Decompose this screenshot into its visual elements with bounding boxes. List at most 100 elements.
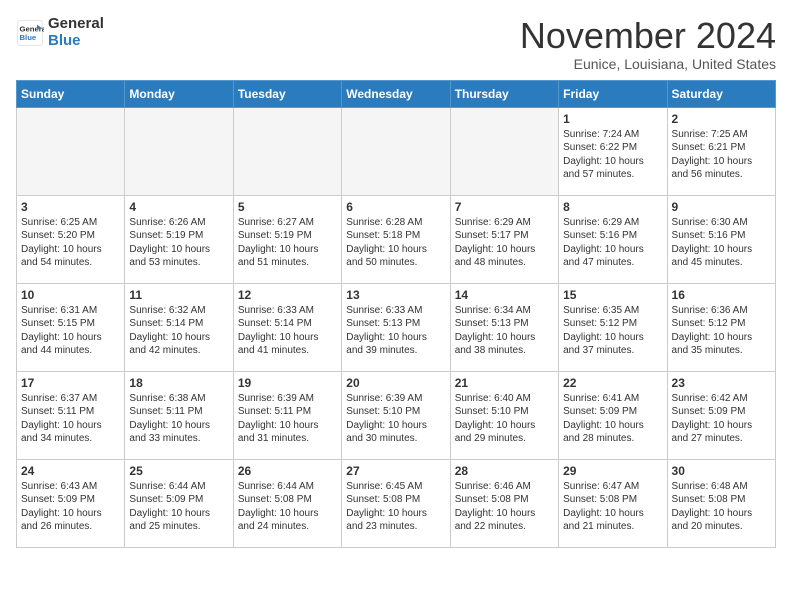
svg-text:Blue: Blue	[20, 33, 37, 42]
day-number: 1	[563, 112, 662, 126]
weekday-header-friday: Friday	[559, 80, 667, 107]
calendar-day-20: 20Sunrise: 6:39 AM Sunset: 5:10 PM Dayli…	[342, 371, 450, 459]
day-info: Sunrise: 6:28 AM Sunset: 5:18 PM Dayligh…	[346, 216, 445, 270]
calendar-day-3: 3Sunrise: 6:25 AM Sunset: 5:20 PM Daylig…	[17, 195, 125, 283]
calendar-day-28: 28 Sunrise: 6:46 AM Sunset: 5:08 PM Dayli…	[450, 459, 558, 547]
calendar-day-6: 6 Sunrise: 6:28 AM Sunset: 5:18 PM Daylig…	[342, 195, 450, 283]
calendar-day-12: 12 Sunrise: 6:33 AM Sunset: 5:14 PM Dayli…	[233, 283, 341, 371]
day-info: Sunrise: 7:25 AM Sunset: 6:21 PM Dayligh…	[672, 128, 771, 182]
calendar-day-empty	[233, 107, 341, 195]
calendar-day-18: 18Sunrise: 6:38 AM Sunset: 5:11 PM Dayli…	[125, 371, 233, 459]
day-number: 27	[346, 464, 445, 478]
page-header: General Blue General Blue November 2024 …	[16, 16, 776, 72]
calendar-day-23: 23 Sunrise: 6:42 AM Sunset: 5:09 PM Dayli…	[667, 371, 775, 459]
day-info: Sunrise: 6:30 AM Sunset: 5:16 PM Dayligh…	[672, 216, 771, 270]
day-info: Sunrise: 6:46 AM Sunset: 5:08 PM Dayligh…	[455, 480, 554, 534]
weekday-header-monday: Monday	[125, 80, 233, 107]
calendar-day-2: 2 Sunrise: 7:25 AM Sunset: 6:21 PM Daylig…	[667, 107, 775, 195]
day-number: 14	[455, 288, 554, 302]
calendar-day-empty	[342, 107, 450, 195]
calendar-week-row: 17Sunrise: 6:37 AM Sunset: 5:11 PM Dayli…	[17, 371, 776, 459]
day-info: Sunrise: 6:33 AM Sunset: 5:13 PM Dayligh…	[346, 304, 445, 358]
day-info: Sunrise: 6:27 AM Sunset: 5:19 PM Dayligh…	[238, 216, 337, 270]
calendar-day-24: 24 Sunrise: 6:43 AM Sunset: 5:09 PM Dayli…	[17, 459, 125, 547]
calendar-day-22: 22 Sunrise: 6:41 AM Sunset: 5:09 PM Dayli…	[559, 371, 667, 459]
day-info: Sunrise: 6:48 AM Sunset: 5:08 PM Dayligh…	[672, 480, 771, 534]
calendar-day-25: 25Sunrise: 6:44 AM Sunset: 5:09 PM Dayli…	[125, 459, 233, 547]
day-info: Sunrise: 6:33 AM Sunset: 5:14 PM Dayligh…	[238, 304, 337, 358]
day-info: Sunrise: 7:24 AM Sunset: 6:22 PM Dayligh…	[563, 128, 662, 182]
day-info: Sunrise: 6:44 AM Sunset: 5:08 PM Dayligh…	[238, 480, 337, 534]
weekday-header-tuesday: Tuesday	[233, 80, 341, 107]
calendar-day-26: 26 Sunrise: 6:44 AM Sunset: 5:08 PM Dayli…	[233, 459, 341, 547]
weekday-header-sunday: Sunday	[17, 80, 125, 107]
calendar-day-29: 29 Sunrise: 6:47 AM Sunset: 5:08 PM Dayli…	[559, 459, 667, 547]
day-number: 19	[238, 376, 337, 390]
day-info: Sunrise: 6:41 AM Sunset: 5:09 PM Dayligh…	[563, 392, 662, 446]
day-info: Sunrise: 6:34 AM Sunset: 5:13 PM Dayligh…	[455, 304, 554, 358]
calendar-day-8: 8 Sunrise: 6:29 AM Sunset: 5:16 PM Daylig…	[559, 195, 667, 283]
calendar-day-9: 9Sunrise: 6:30 AM Sunset: 5:16 PM Daylig…	[667, 195, 775, 283]
calendar-week-row: 1 Sunrise: 7:24 AM Sunset: 6:22 PM Daylig…	[17, 107, 776, 195]
day-number: 7	[455, 200, 554, 214]
day-number: 28	[455, 464, 554, 478]
location-subtitle: Eunice, Louisiana, United States	[520, 56, 776, 72]
calendar-day-15: 15Sunrise: 6:35 AM Sunset: 5:12 PM Dayli…	[559, 283, 667, 371]
day-number: 22	[563, 376, 662, 390]
day-number: 4	[129, 200, 228, 214]
calendar-week-row: 10Sunrise: 6:31 AM Sunset: 5:15 PM Dayli…	[17, 283, 776, 371]
weekday-header-saturday: Saturday	[667, 80, 775, 107]
calendar-day-empty	[17, 107, 125, 195]
calendar-day-7: 7 Sunrise: 6:29 AM Sunset: 5:17 PM Daylig…	[450, 195, 558, 283]
day-info: Sunrise: 6:29 AM Sunset: 5:16 PM Dayligh…	[563, 216, 662, 270]
logo: General Blue General Blue	[16, 16, 104, 49]
day-number: 24	[21, 464, 120, 478]
day-number: 6	[346, 200, 445, 214]
calendar-day-14: 14 Sunrise: 6:34 AM Sunset: 5:13 PM Dayli…	[450, 283, 558, 371]
day-info: Sunrise: 6:29 AM Sunset: 5:17 PM Dayligh…	[455, 216, 554, 270]
calendar-day-13: 13 Sunrise: 6:33 AM Sunset: 5:13 PM Dayli…	[342, 283, 450, 371]
calendar-day-27: 27 Sunrise: 6:45 AM Sunset: 5:08 PM Dayli…	[342, 459, 450, 547]
day-info: Sunrise: 6:39 AM Sunset: 5:11 PM Dayligh…	[238, 392, 337, 446]
month-title: November 2024	[520, 16, 776, 56]
calendar-week-row: 3Sunrise: 6:25 AM Sunset: 5:20 PM Daylig…	[17, 195, 776, 283]
day-info: Sunrise: 6:42 AM Sunset: 5:09 PM Dayligh…	[672, 392, 771, 446]
day-info: Sunrise: 6:47 AM Sunset: 5:08 PM Dayligh…	[563, 480, 662, 534]
day-number: 26	[238, 464, 337, 478]
calendar-day-4: 4 Sunrise: 6:26 AM Sunset: 5:19 PM Daylig…	[125, 195, 233, 283]
calendar-day-1: 1 Sunrise: 7:24 AM Sunset: 6:22 PM Daylig…	[559, 107, 667, 195]
day-info: Sunrise: 6:31 AM Sunset: 5:15 PM Dayligh…	[21, 304, 120, 358]
day-info: Sunrise: 6:35 AM Sunset: 5:12 PM Dayligh…	[563, 304, 662, 358]
calendar-day-17: 17Sunrise: 6:37 AM Sunset: 5:11 PM Dayli…	[17, 371, 125, 459]
calendar-week-row: 24 Sunrise: 6:43 AM Sunset: 5:09 PM Dayli…	[17, 459, 776, 547]
calendar-day-21: 21Sunrise: 6:40 AM Sunset: 5:10 PM Dayli…	[450, 371, 558, 459]
day-number: 12	[238, 288, 337, 302]
calendar-day-10: 10Sunrise: 6:31 AM Sunset: 5:15 PM Dayli…	[17, 283, 125, 371]
day-info: Sunrise: 6:26 AM Sunset: 5:19 PM Dayligh…	[129, 216, 228, 270]
day-number: 2	[672, 112, 771, 126]
day-number: 17	[21, 376, 120, 390]
day-number: 18	[129, 376, 228, 390]
calendar-day-empty	[125, 107, 233, 195]
calendar-day-11: 11Sunrise: 6:32 AM Sunset: 5:14 PM Dayli…	[125, 283, 233, 371]
logo-icon: General Blue	[16, 19, 44, 47]
calendar-day-30: 30Sunrise: 6:48 AM Sunset: 5:08 PM Dayli…	[667, 459, 775, 547]
day-info: Sunrise: 6:39 AM Sunset: 5:10 PM Dayligh…	[346, 392, 445, 446]
day-number: 8	[563, 200, 662, 214]
calendar-day-5: 5 Sunrise: 6:27 AM Sunset: 5:19 PM Daylig…	[233, 195, 341, 283]
calendar-day-19: 19 Sunrise: 6:39 AM Sunset: 5:11 PM Dayli…	[233, 371, 341, 459]
day-info: Sunrise: 6:25 AM Sunset: 5:20 PM Dayligh…	[21, 216, 120, 270]
day-info: Sunrise: 6:32 AM Sunset: 5:14 PM Dayligh…	[129, 304, 228, 358]
day-number: 29	[563, 464, 662, 478]
day-number: 5	[238, 200, 337, 214]
weekday-header-thursday: Thursday	[450, 80, 558, 107]
day-number: 13	[346, 288, 445, 302]
day-info: Sunrise: 6:43 AM Sunset: 5:09 PM Dayligh…	[21, 480, 120, 534]
day-number: 23	[672, 376, 771, 390]
logo-text-general: General	[48, 16, 104, 33]
day-info: Sunrise: 6:45 AM Sunset: 5:08 PM Dayligh…	[346, 480, 445, 534]
weekday-header-wednesday: Wednesday	[342, 80, 450, 107]
logo-text-blue: Blue	[48, 33, 104, 50]
weekday-header-row: SundayMondayTuesdayWednesdayThursdayFrid…	[17, 80, 776, 107]
calendar-day-empty	[450, 107, 558, 195]
